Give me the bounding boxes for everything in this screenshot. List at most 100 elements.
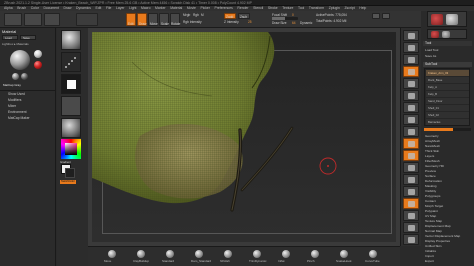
tool-thumb-small-b[interactable] xyxy=(442,31,450,38)
subpalette-texture-map[interactable]: Texture Map xyxy=(425,219,442,223)
shelf-button-zoom3d[interactable] xyxy=(403,162,419,173)
color-picker[interactable] xyxy=(61,139,81,159)
tool-options-button[interactable] xyxy=(372,13,380,19)
alpha-slot[interactable] xyxy=(61,74,81,94)
tool-thumb-kraken[interactable] xyxy=(431,14,443,25)
tool-thumb-polymesh[interactable] xyxy=(446,14,458,25)
material-load-button[interactable]: Load xyxy=(2,35,18,40)
subtool-row[interactable]: Sand_Floor xyxy=(426,98,469,104)
scale-button[interactable]: Scale xyxy=(159,13,169,26)
subtool-list[interactable]: Kraken_Arm_03 Rock_Base Kelp_A Kelp_B Sand_F… xyxy=(424,68,470,126)
material-slot[interactable] xyxy=(61,118,81,138)
document-canvas[interactable] xyxy=(92,32,396,242)
subpalette-contact[interactable]: Contact xyxy=(425,199,436,203)
focal-shift-slider[interactable] xyxy=(272,17,298,20)
shelf-button-solo[interactable] xyxy=(403,222,419,233)
brush-snakehook-icon[interactable] xyxy=(340,250,348,258)
material-preview-sphere[interactable] xyxy=(10,50,30,70)
mrgb-toggle[interactable]: Mrgb xyxy=(183,13,190,17)
brush-inflat-icon[interactable] xyxy=(282,250,290,258)
subpalette-display-properties[interactable]: Display Properties xyxy=(425,239,450,243)
left-item-0[interactable]: Show Used xyxy=(8,92,25,96)
subtool-row[interactable]: Kelp_A xyxy=(426,84,469,90)
current-brush-slot[interactable] xyxy=(61,30,81,50)
left-item-4[interactable]: MatCap Maker xyxy=(8,116,30,120)
subpalette-thick-skin[interactable]: Thick Skin xyxy=(425,149,439,153)
edit-button[interactable]: Edit xyxy=(126,13,136,26)
subtool-row[interactable]: Rock_Base xyxy=(426,77,469,83)
subpalette-displacement-map[interactable]: Displacement Map xyxy=(425,224,451,228)
subtool-scrollbar[interactable] xyxy=(424,128,471,131)
shelf-button-actual[interactable] xyxy=(403,78,419,89)
material-swatch-white[interactable] xyxy=(34,50,42,58)
move-button[interactable]: Move xyxy=(148,13,158,26)
shelf-button-scroll[interactable] xyxy=(403,54,419,65)
m-toggle[interactable]: M xyxy=(201,13,204,17)
left-item-2[interactable]: Mixer xyxy=(8,104,16,108)
subpalette-import[interactable]: Import xyxy=(425,254,434,258)
viewport[interactable] xyxy=(88,28,400,246)
switch-color-button[interactable]: SwitchColor xyxy=(60,180,76,184)
projection-master-button[interactable] xyxy=(4,13,22,26)
main-color-swatch[interactable] xyxy=(65,168,75,178)
shelf-button-zoom[interactable] xyxy=(403,66,419,77)
subtool-row[interactable]: Kelp_B xyxy=(426,91,469,97)
lightbox-button[interactable] xyxy=(24,13,42,26)
subpalette-uv-map[interactable]: UV Map xyxy=(425,214,436,218)
brush-pinch-icon[interactable] xyxy=(311,250,319,258)
zadd-toggle[interactable]: Zadd xyxy=(224,13,236,19)
rotate-button[interactable]: Rotate xyxy=(170,13,180,26)
dynamic-toggle[interactable]: Dynamic xyxy=(300,21,312,25)
zsub-toggle[interactable]: Zsub xyxy=(238,13,250,19)
material-swatch-red[interactable] xyxy=(34,61,42,69)
brush-move-icon[interactable] xyxy=(108,250,116,258)
quick-pick-button[interactable] xyxy=(76,13,98,26)
subpalette-polypaint[interactable]: Polypaint xyxy=(425,209,438,213)
subpalette-unified-skin[interactable]: Unified Skin xyxy=(425,244,442,248)
stroke-slot[interactable] xyxy=(61,52,81,72)
subpalette-geometry[interactable]: Geometry xyxy=(425,134,439,138)
subpalette-masking[interactable]: Masking xyxy=(425,184,437,188)
shelf-button-spix-3[interactable] xyxy=(403,42,419,53)
shelf-button-transp[interactable] xyxy=(403,198,419,209)
brush-dam-standard-icon[interactable] xyxy=(195,250,203,258)
subtool-row[interactable]: Shell_02 xyxy=(426,112,469,118)
live-boolean-button[interactable] xyxy=(44,13,60,26)
material-save-button[interactable]: Save xyxy=(20,35,36,40)
load-tool-button[interactable]: Load Tool xyxy=(425,48,438,52)
subpalette-polygroups[interactable]: Polygroups xyxy=(425,194,440,198)
subpalette-visibility[interactable]: Visibility xyxy=(425,189,436,193)
save-as-button[interactable]: Save As xyxy=(425,54,436,58)
subpalette-deformation[interactable]: Deformation xyxy=(425,179,442,183)
subpalette-nanomesh[interactable]: NanoMesh xyxy=(425,144,440,148)
shelf-button-line-fill-polyf[interactable] xyxy=(403,186,419,197)
tool-header[interactable]: Tool xyxy=(423,41,472,46)
material-swatch-gray[interactable] xyxy=(12,73,19,80)
subpalette-arraymesh[interactable]: ArrayMesh xyxy=(425,139,440,143)
shelf-button-frame[interactable] xyxy=(403,138,419,149)
shelf-button-aahalf[interactable] xyxy=(403,90,419,101)
brush-claybuildup-icon[interactable] xyxy=(137,250,145,258)
left-item-1[interactable]: Modifiers xyxy=(8,98,21,102)
shelf-button-floor[interactable] xyxy=(403,114,419,125)
lightbox-materials-link[interactable]: Lightbox ▸ Materials xyxy=(2,42,29,46)
tool-thumbnail-strip-2[interactable] xyxy=(427,29,467,39)
subpalette-fibermesh[interactable]: FiberMesh xyxy=(425,159,440,163)
brush-hpolish-icon[interactable] xyxy=(224,250,232,258)
shelf-button-local[interactable] xyxy=(403,126,419,137)
subpalette-initialize[interactable]: Initialize xyxy=(425,249,436,253)
shelf-button-xpose[interactable] xyxy=(403,234,419,245)
subtool-row[interactable]: Barnacles xyxy=(426,119,469,125)
subtool-options-button[interactable] xyxy=(382,13,390,19)
shelf-button-persp[interactable] xyxy=(403,102,419,113)
subpalette-layers[interactable]: Layers xyxy=(425,154,434,158)
subpalette-export[interactable]: Export xyxy=(425,259,434,263)
material-swatch-dark[interactable] xyxy=(21,73,28,80)
subpalette-morph-target[interactable]: Morph Target xyxy=(425,204,443,208)
draw-button[interactable]: Draw xyxy=(137,13,147,26)
left-item-3[interactable]: Environment xyxy=(8,110,27,114)
shelf-button-bpr[interactable] xyxy=(403,30,419,41)
subtool-row[interactable]: Kraken_Arm_03 xyxy=(426,70,469,76)
shelf-button-move[interactable] xyxy=(403,150,419,161)
shelf-button-ghost[interactable] xyxy=(403,210,419,221)
